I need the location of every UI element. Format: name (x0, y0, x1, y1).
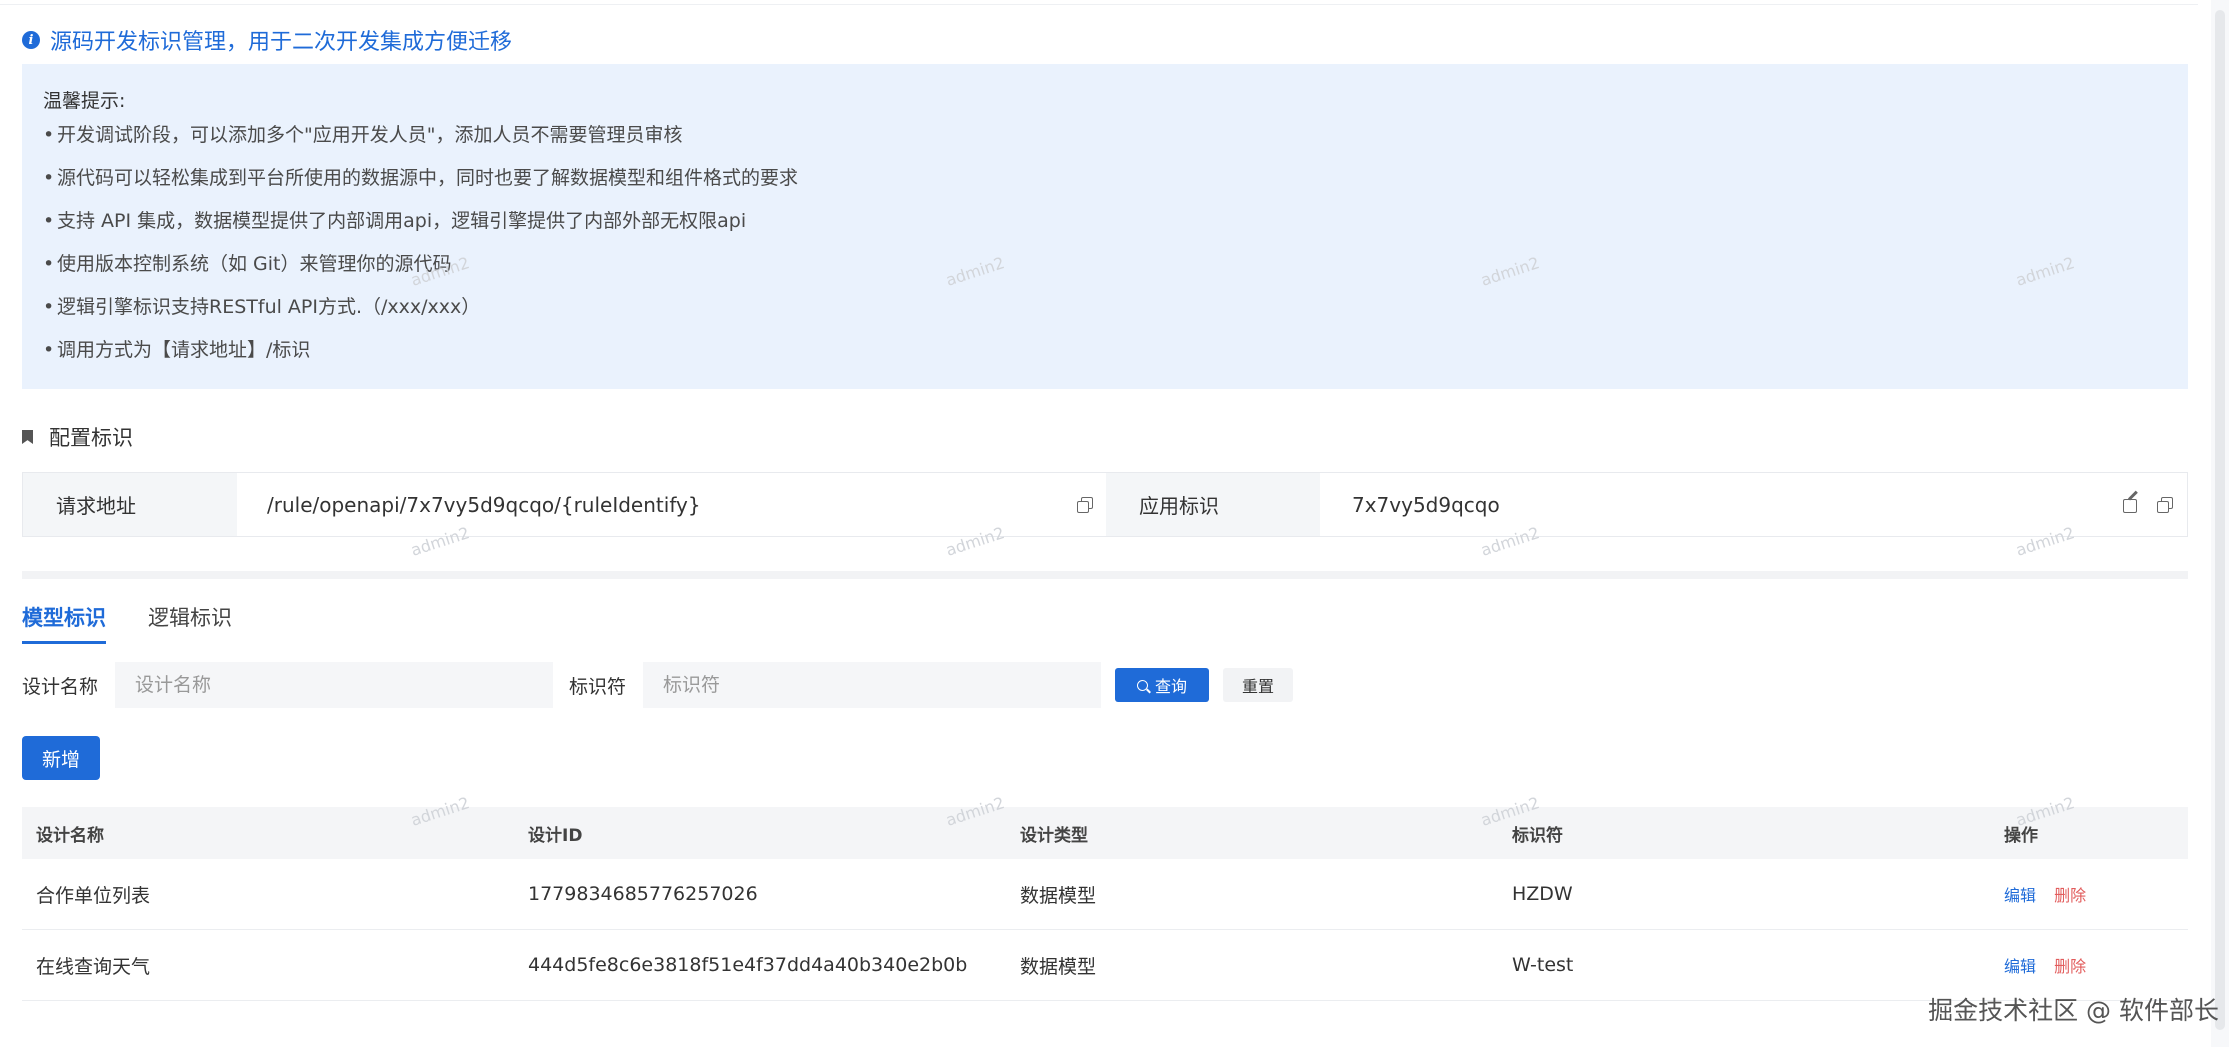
design-name-cell: 合作单位列表 (36, 884, 151, 907)
bookmark-icon (22, 430, 33, 444)
column-header: 操作 (2004, 825, 2038, 846)
design-name-cell: 在线查询天气 (36, 955, 151, 978)
page-header: i 源码开发标识管理，用于二次开发集成方便迁移 (22, 22, 512, 58)
info-icon: i (22, 31, 40, 49)
table-row: 合作单位列表 1779834685776257026 数据模型 HZDW 编辑 … (22, 859, 2188, 930)
delete-link[interactable]: 删除 (2054, 957, 2086, 976)
identifier-cell: HZDW (1512, 883, 1573, 905)
column-header: 标识符 (1512, 825, 1563, 846)
tab-model-identifier[interactable]: 模型标识 (22, 600, 106, 644)
edit-icon[interactable] (2123, 490, 2139, 513)
column-header: 设计ID (528, 825, 583, 846)
delete-link[interactable]: 删除 (2054, 886, 2086, 905)
tip-item: • 源代码可以轻松集成到平台所使用的数据源中，同时也要了解数据模型和组件格式的要求 (43, 167, 799, 189)
tip-item: • 开发调试阶段，可以添加多个"应用开发人员"，添加人员不需要管理员审核 (43, 124, 683, 146)
request-address-value: /rule/openapi/7x7vy5d9qcqo/{ruleIdentify… (267, 492, 701, 517)
app-identifier-value: 7x7vy5d9qcqo (1352, 492, 1500, 517)
config-section-title: 配置标识 (22, 422, 133, 452)
copy-icon[interactable] (1077, 497, 1093, 513)
filter-bar: 设计名称 标识符 查询 重置 (22, 662, 1294, 708)
identifier-table: 设计名称 设计ID 设计类型 标识符 操作 合作单位列表 17798346857… (22, 807, 2188, 1001)
table-header: 设计名称 设计ID 设计类型 标识符 操作 (22, 807, 2188, 859)
tips-title: 温馨提示: (43, 90, 126, 112)
design-name-label: 设计名称 (22, 675, 99, 698)
config-section-label: 配置标识 (49, 426, 133, 450)
search-icon (1137, 679, 1149, 691)
config-table: 请求地址 /rule/openapi/7x7vy5d9qcqo/{ruleIde… (22, 472, 2188, 537)
footer-credit: 掘金技术社区 @ 软件部长 (1928, 996, 2219, 1025)
request-address-cell: /rule/openapi/7x7vy5d9qcqo/{ruleIdentify… (237, 473, 1106, 536)
top-divider (0, 4, 2198, 5)
scrollbar-thumb[interactable] (2215, 10, 2225, 1030)
tab-logic-identifier[interactable]: 逻辑标识 (148, 600, 232, 644)
identifier-cell: W-test (1512, 954, 1574, 976)
edit-link[interactable]: 编辑 (2004, 886, 2036, 905)
app-identifier-label: 应用标识 (1106, 473, 1320, 536)
identifier-label: 标识符 (569, 675, 627, 698)
page-title: 源码开发标识管理，用于二次开发集成方便迁移 (50, 30, 513, 55)
section-divider (22, 571, 2188, 579)
design-name-input[interactable] (115, 662, 554, 708)
app-identifier-cell: 7x7vy5d9qcqo (1320, 473, 2187, 536)
copy-icon[interactable] (2157, 497, 2173, 513)
tip-item: • 逻辑引擎标识支持RESTful API方式.（/xxx/xxx） (43, 296, 481, 318)
actions-cell: 编辑 删除 (1990, 953, 2188, 977)
table-row: 在线查询天气 444d5fe8c6e3818f51e4f37dd4a40b340… (22, 930, 2188, 1001)
request-address-label: 请求地址 (23, 473, 237, 536)
column-header: 设计名称 (36, 825, 104, 846)
design-id-cell: 444d5fe8c6e3818f51e4f37dd4a40b340e2b0b (528, 954, 968, 976)
add-button[interactable]: 新增 (22, 736, 100, 780)
edit-link[interactable]: 编辑 (2004, 957, 2036, 976)
design-type-cell: 数据模型 (1020, 884, 1097, 907)
column-header: 设计类型 (1020, 825, 1088, 846)
reset-button[interactable]: 重置 (1223, 668, 1294, 702)
page-scrollbar[interactable] (2211, 0, 2229, 1047)
tips-panel: 温馨提示: • 开发调试阶段，可以添加多个"应用开发人员"，添加人员不需要管理员审… (22, 64, 2188, 389)
tip-item: • 使用版本控制系统（如 Git）来管理你的源代码 (43, 253, 452, 275)
tip-item: • 调用方式为【请求地址】/标识 (43, 339, 311, 361)
tip-item: • 支持 API 集成，数据模型提供了内部调用api，逻辑引擎提供了内部外部无权限… (43, 210, 747, 232)
design-type-cell: 数据模型 (1020, 955, 1097, 978)
actions-cell: 编辑 删除 (1990, 882, 2188, 906)
query-button[interactable]: 查询 (1115, 668, 1210, 702)
identifier-input[interactable] (643, 662, 1102, 708)
design-id-cell: 1779834685776257026 (528, 883, 758, 905)
tab-bar: 模型标识 逻辑标识 (22, 600, 274, 646)
